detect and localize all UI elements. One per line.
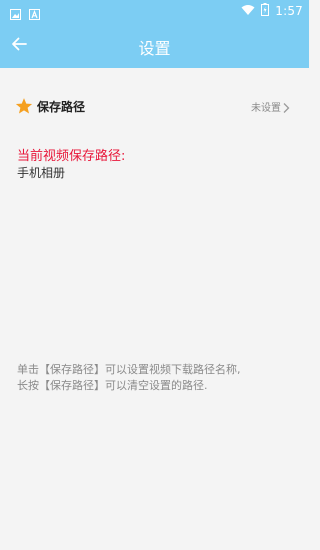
app-bar: 设置 (0, 22, 309, 68)
clock-time: 1:57 (275, 4, 303, 18)
a-notification-icon (29, 5, 40, 20)
status-notifications (10, 5, 40, 20)
page-title: 设置 (138, 39, 171, 58)
status-bar: 1:57 (0, 0, 309, 22)
save-path-setting-row[interactable]: 保存路径 未设置 (0, 88, 309, 124)
help-text: 单击【保存路径】可以设置视频下载路径名称, 长按【保存路径】可以清空设置的路径. (17, 362, 241, 394)
help-line-1: 单击【保存路径】可以设置视频下载路径名称, (17, 363, 241, 376)
battery-icon (261, 3, 270, 19)
save-path-value: 未设置 (251, 103, 281, 114)
image-notification-icon (10, 5, 21, 20)
status-system: 1:57 (241, 3, 303, 19)
current-path-value: 手机相册 (17, 166, 66, 180)
chevron-right-icon (281, 99, 291, 113)
wifi-icon (241, 4, 255, 19)
help-line-2: 长按【保存路径】可以清空设置的路径. (17, 379, 208, 392)
star-icon (15, 97, 33, 115)
save-path-label: 保存路径 (37, 100, 86, 114)
current-path-title: 当前视频保存路径: (17, 149, 126, 164)
